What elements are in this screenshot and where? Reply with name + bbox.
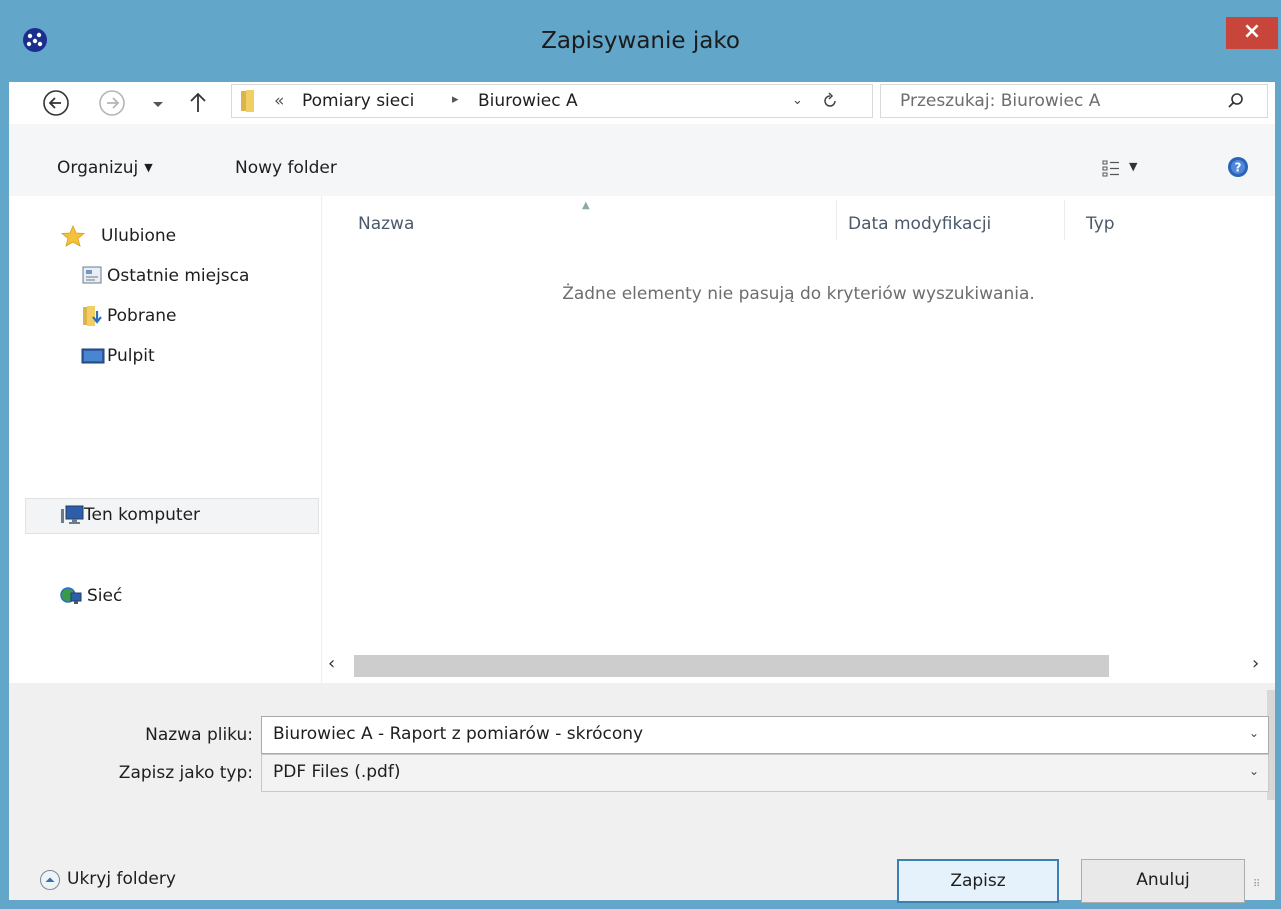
sidebar-item-downloads[interactable]: Pobrane bbox=[81, 300, 311, 334]
sidebar-item-label: Sieć bbox=[87, 586, 123, 606]
recent-places-icon bbox=[82, 266, 102, 284]
organize-menu[interactable]: Organizuj ▼ bbox=[57, 158, 153, 178]
address-dropdown-icon[interactable]: ⌄ bbox=[792, 93, 803, 108]
filetype-value: PDF Files (.pdf) bbox=[273, 762, 401, 782]
horizontal-scrollbar[interactable]: ‹ › bbox=[322, 649, 1275, 683]
sidebar-item-recent-places[interactable]: Ostatnie miejsca bbox=[81, 260, 311, 294]
scroll-left-icon[interactable]: ‹ bbox=[328, 653, 335, 674]
scrollbar-thumb[interactable] bbox=[354, 655, 1109, 677]
filename-value: Biurowiec A - Raport z pomiarów - skróco… bbox=[273, 724, 644, 744]
desktop-icon bbox=[81, 348, 105, 364]
hide-folders-label: Ukryj foldery bbox=[67, 869, 176, 889]
sort-ascending-icon: ▲ bbox=[582, 200, 590, 211]
sidebar-item-desktop[interactable]: Pulpit bbox=[81, 340, 311, 374]
sidebar-item-favorites[interactable]: Ulubione bbox=[61, 220, 311, 254]
empty-results-message: Żadne elementy nie pasują do kryteriów w… bbox=[562, 284, 1035, 304]
column-separator[interactable] bbox=[836, 200, 837, 240]
filename-input[interactable]: Biurowiec A - Raport z pomiarów - skróco… bbox=[261, 716, 1269, 754]
organize-label: Organizuj bbox=[57, 158, 139, 178]
folder-icon bbox=[241, 90, 254, 112]
computer-icon bbox=[61, 505, 84, 524]
new-folder-button[interactable]: Nowy folder bbox=[235, 158, 337, 178]
sidebar-item-label: Ulubione bbox=[101, 226, 177, 246]
view-options-icon[interactable] bbox=[1101, 158, 1121, 178]
navigation-pane: Ulubione Ostatnie miejsca Pobrane Pulpit… bbox=[9, 196, 321, 683]
search-input[interactable]: Przeszukaj: Biurowiec A bbox=[900, 91, 1100, 111]
filetype-select[interactable]: PDF Files (.pdf) ⌄ bbox=[261, 754, 1269, 792]
resize-grip-icon[interactable]: ⠿ bbox=[1253, 879, 1260, 890]
forward-icon[interactable] bbox=[97, 88, 127, 118]
downloads-folder-icon bbox=[83, 306, 102, 326]
filetype-dropdown-icon[interactable]: ⌄ bbox=[1249, 764, 1259, 778]
cancel-button[interactable]: Anuluj bbox=[1081, 859, 1245, 903]
sidebar-item-label: Pobrane bbox=[107, 306, 177, 326]
save-as-dialog: Zapisywanie jako × « Pomiary sieci ▸ Biu… bbox=[0, 0, 1281, 909]
chevron-down-icon: ▼ bbox=[144, 161, 153, 174]
chevron-up-circle-icon bbox=[40, 870, 60, 890]
filetype-label: Zapisz jako typ: bbox=[118, 763, 253, 783]
help-icon[interactable]: ? bbox=[1227, 156, 1249, 178]
file-list[interactable]: ▲ Nazwa Data modyfikacji Typ Żadne eleme… bbox=[322, 196, 1275, 683]
search-box[interactable]: Przeszukaj: Biurowiec A bbox=[880, 84, 1268, 118]
breadcrumb-item-current[interactable]: Biurowiec A bbox=[478, 91, 578, 111]
title-bar[interactable]: Zapisywanie jako × bbox=[0, 0, 1281, 82]
view-dropdown-icon[interactable]: ▼ bbox=[1129, 160, 1137, 173]
network-icon bbox=[60, 587, 82, 604]
recent-locations-dropdown-icon[interactable] bbox=[147, 88, 169, 118]
sidebar-item-this-pc[interactable]: Ten komputer bbox=[25, 498, 319, 534]
back-icon[interactable] bbox=[41, 88, 71, 118]
filename-label: Nazwa pliku: bbox=[145, 725, 253, 745]
star-icon bbox=[61, 225, 85, 247]
breadcrumb-overflow[interactable]: « bbox=[274, 91, 284, 111]
refresh-icon[interactable] bbox=[820, 91, 840, 111]
window-title: Zapisywanie jako bbox=[541, 28, 740, 54]
command-toolbar: Organizuj ▼ Nowy folder ▼ ? bbox=[9, 124, 1275, 196]
dialog-client-area: « Pomiary sieci ▸ Biurowiec A ⌄ Przeszuk… bbox=[9, 82, 1275, 903]
save-form: Nazwa pliku: Biurowiec A - Raport z pomi… bbox=[9, 683, 1275, 903]
breadcrumb-item-parent[interactable]: Pomiary sieci bbox=[302, 91, 414, 111]
column-header-name[interactable]: Nazwa bbox=[358, 214, 414, 234]
breadcrumb-separator-icon[interactable]: ▸ bbox=[452, 92, 459, 107]
column-separator[interactable] bbox=[1064, 200, 1065, 240]
navigation-bar: « Pomiary sieci ▸ Biurowiec A ⌄ Przeszuk… bbox=[9, 82, 1275, 124]
column-header-type[interactable]: Typ bbox=[1086, 214, 1115, 234]
sidebar-item-label: Pulpit bbox=[107, 346, 155, 366]
filename-dropdown-icon[interactable]: ⌄ bbox=[1249, 726, 1259, 740]
svg-text:?: ? bbox=[1235, 161, 1242, 175]
sidebar-item-network[interactable]: Sieć bbox=[59, 580, 311, 614]
column-header-date-modified[interactable]: Data modyfikacji bbox=[848, 214, 991, 234]
scroll-right-icon[interactable]: › bbox=[1252, 653, 1259, 674]
close-button[interactable]: × bbox=[1226, 17, 1278, 49]
save-button[interactable]: Zapisz bbox=[897, 859, 1059, 903]
sidebar-item-label: Ostatnie miejsca bbox=[107, 266, 250, 286]
sidebar-item-label: Ten komputer bbox=[84, 505, 201, 525]
address-bar[interactable]: « Pomiary sieci ▸ Biurowiec A ⌄ bbox=[231, 84, 873, 118]
search-icon[interactable] bbox=[1227, 92, 1245, 110]
up-icon[interactable] bbox=[185, 88, 211, 118]
